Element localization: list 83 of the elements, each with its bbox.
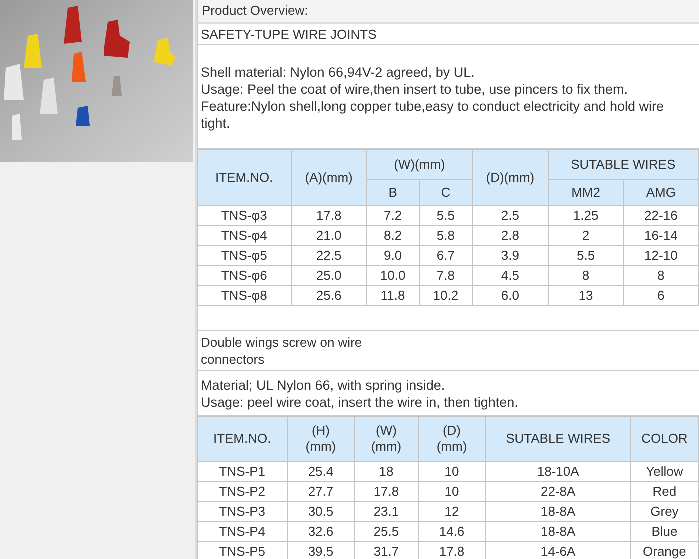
table-cell: 7.2 bbox=[366, 206, 420, 226]
table-cell: 18-10A bbox=[486, 462, 631, 482]
table-cell: TNS-P3 bbox=[198, 502, 288, 522]
column-header: SUTABLE WIRES bbox=[486, 416, 631, 462]
table-cell: 7.8 bbox=[419, 266, 473, 286]
table-cell: 11.8 bbox=[366, 286, 420, 306]
table-cell: 10 bbox=[418, 462, 486, 482]
table-cell: 6.7 bbox=[419, 246, 473, 266]
table-cell: 9.0 bbox=[366, 246, 420, 266]
table-cell: 10.0 bbox=[366, 266, 420, 286]
table-cell: Blue bbox=[630, 522, 698, 542]
table-cell: 27.7 bbox=[287, 482, 355, 502]
table-cell: 18 bbox=[354, 462, 418, 482]
table-cell: 1.25 bbox=[548, 206, 624, 226]
column-header: COLOR bbox=[630, 416, 698, 462]
table-cell: TNS-P1 bbox=[198, 462, 288, 482]
table-cell: 22.5 bbox=[291, 246, 367, 266]
description-text: Usage: Peel the coat of wire,then insert to tube, use pincers to fix them. bbox=[201, 81, 629, 98]
table-cell: Grey bbox=[630, 502, 698, 522]
table-cell: 8.2 bbox=[366, 226, 420, 246]
table-cell: 18-8A bbox=[486, 522, 631, 542]
table-cell: 5.8 bbox=[419, 226, 473, 246]
column-header: SUTABLE WIRES bbox=[548, 150, 698, 180]
table-cell: 4.5 bbox=[472, 266, 548, 286]
table-cell: Red bbox=[630, 482, 698, 502]
description-text: Usage: peel wire coat, insert the wire in, then tighten. bbox=[201, 394, 520, 411]
table-cell: TNS-φ5 bbox=[198, 246, 292, 266]
table-cell: 6.0 bbox=[472, 286, 548, 306]
column-header: (H) (mm) bbox=[287, 416, 355, 462]
column-header: (W)(mm) bbox=[366, 150, 473, 180]
table-cell: 32.6 bbox=[287, 522, 355, 542]
table-cell: 25.6 bbox=[291, 286, 367, 306]
table-cell: TNS-P2 bbox=[198, 482, 288, 502]
table-cell: 2.5 bbox=[472, 206, 548, 226]
table-cell: 12-10 bbox=[624, 246, 698, 266]
table-cell: TNS-φ4 bbox=[198, 226, 292, 246]
table-cell: TNS-φ8 bbox=[198, 286, 292, 306]
description-text: Feature:Nylon shell,long copper tube,easy to conduct electricity and hold wire tight. bbox=[201, 98, 666, 132]
column-header: ITEM.NO. bbox=[198, 416, 288, 462]
column-header: MM2 bbox=[548, 180, 624, 206]
table-cell: 17.8 bbox=[354, 482, 418, 502]
table-cell: 10 bbox=[418, 482, 486, 502]
column-header: (D) (mm) bbox=[418, 416, 486, 462]
table-cell: 10.2 bbox=[419, 286, 473, 306]
product-title: SAFETY-TUPE WIRE JOINTS bbox=[201, 26, 377, 43]
description-text: Material; UL Nylon 66, with spring inside. bbox=[201, 377, 446, 394]
section-header: Product Overview: bbox=[197, 0, 699, 24]
column-header: B bbox=[366, 180, 420, 206]
table-cell: 8 bbox=[548, 266, 624, 286]
table-cell: 6 bbox=[624, 286, 698, 306]
table-cell: 22-16 bbox=[624, 206, 698, 226]
table-cell: 5.5 bbox=[419, 206, 473, 226]
table-cell: 21.0 bbox=[291, 226, 367, 246]
table-cell: 14.6 bbox=[418, 522, 486, 542]
table-cell: 5.5 bbox=[548, 246, 624, 266]
table-cell: 3.9 bbox=[472, 246, 548, 266]
table-cell: 25.4 bbox=[287, 462, 355, 482]
table-cell: 17.8 bbox=[291, 206, 367, 226]
table-cell: 25.0 bbox=[291, 266, 367, 286]
table-cell: 25.5 bbox=[354, 522, 418, 542]
table-cell: 22-8A bbox=[486, 482, 631, 502]
table-cell: 2.8 bbox=[472, 226, 548, 246]
table-cell: 12 bbox=[418, 502, 486, 522]
table-cell: 2 bbox=[548, 226, 624, 246]
description-text: Shell material: Nylon 66,94V-2 agreed, by UL. bbox=[201, 64, 476, 81]
column-header: (A)(mm) bbox=[291, 150, 367, 206]
product-title: Double wings screw on wire connectors bbox=[201, 334, 362, 368]
column-header: ITEM.NO. bbox=[198, 150, 292, 206]
table-cell: 30.5 bbox=[287, 502, 355, 522]
table-cell: 16-14 bbox=[624, 226, 698, 246]
table-cell: 18-8A bbox=[486, 502, 631, 522]
column-header: C bbox=[419, 180, 473, 206]
table-cell: 13 bbox=[548, 286, 624, 306]
table-cell: Yellow bbox=[630, 462, 698, 482]
table-cell: 8 bbox=[624, 266, 698, 286]
table-cell: TNS-P5 bbox=[198, 542, 288, 559]
table-cell: TNS-φ3 bbox=[198, 206, 292, 226]
column-header: (W) (mm) bbox=[354, 416, 418, 462]
column-header: AMG bbox=[624, 180, 698, 206]
column-header: (D)(mm) bbox=[472, 150, 548, 206]
table-cell: 23.1 bbox=[354, 502, 418, 522]
table-cell: TNS-φ6 bbox=[198, 266, 292, 286]
table-cell: TNS-P4 bbox=[198, 522, 288, 542]
